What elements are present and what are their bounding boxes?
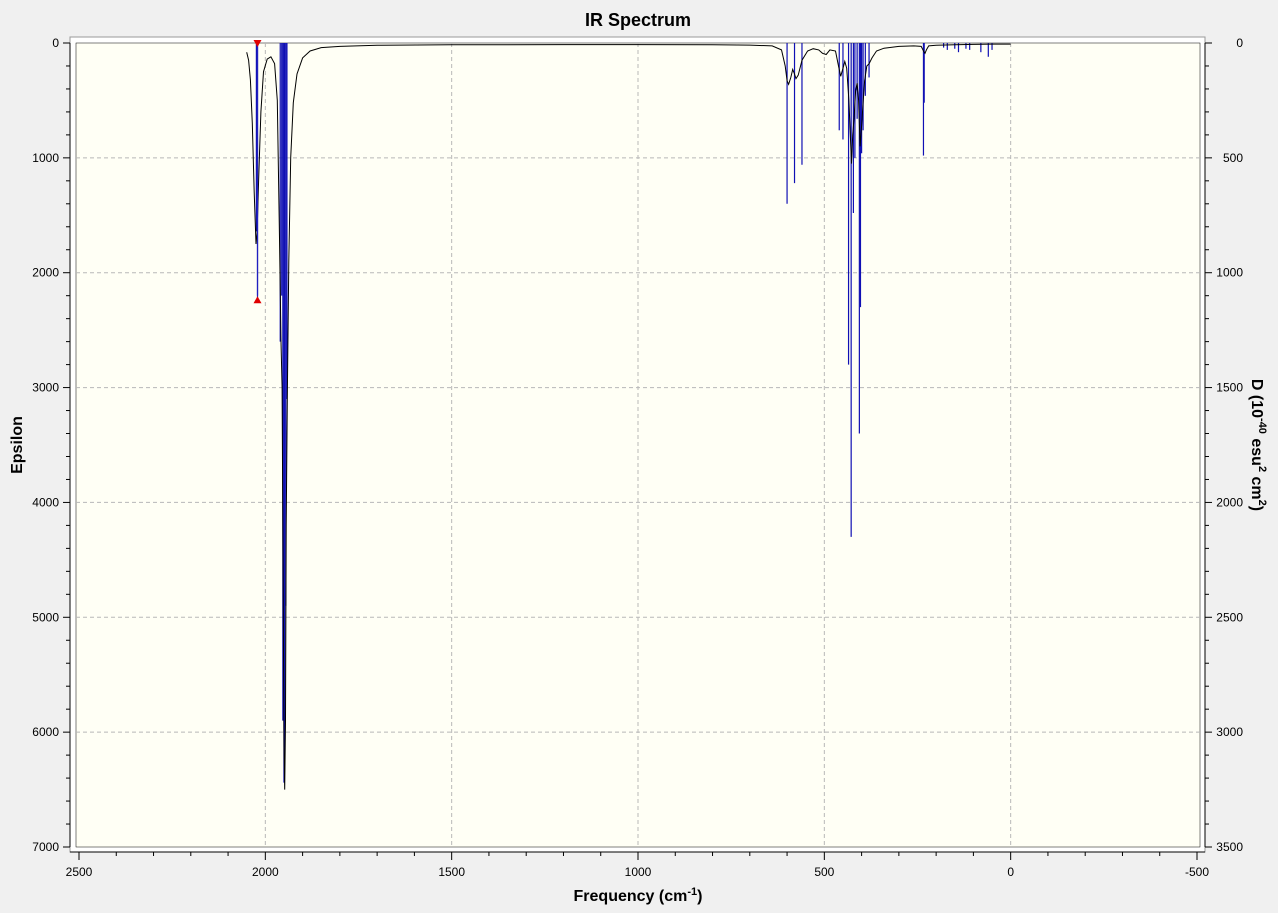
y-left-tick-label: 6000 <box>32 725 59 739</box>
x-tick-label: -500 <box>1185 865 1209 879</box>
x-tick-label: 2500 <box>66 865 93 879</box>
y-right-tick-label: 1000 <box>1216 266 1243 280</box>
y-right-tick-label: 3000 <box>1216 725 1243 739</box>
y-left-tick-label: 7000 <box>32 840 59 854</box>
x-axis-title: Frequency (cm-1) <box>574 886 703 905</box>
y-left-tick-label: 4000 <box>32 495 59 509</box>
chart-title: IR Spectrum <box>585 10 691 30</box>
x-tick-label: 0 <box>1007 865 1014 879</box>
y-left-tick-label: 5000 <box>32 610 59 624</box>
x-tick-label: 1500 <box>438 865 465 879</box>
y-left-tick-label: 0 <box>52 36 59 50</box>
y-left-tick-label: 1000 <box>32 151 59 165</box>
x-tick-label: 2000 <box>252 865 279 879</box>
ir-spectrum-chart: IR Spectrum 2500 2000 1500 1000 500 0 -5000100… <box>0 0 1278 913</box>
y-left-tick-label: 3000 <box>32 381 59 395</box>
x-tick-label: 500 <box>814 865 834 879</box>
y-right-tick-label: 1500 <box>1216 381 1243 395</box>
x-tick-label: 1000 <box>625 865 652 879</box>
y-right-tick-label: 2500 <box>1216 610 1243 624</box>
y-axis-right-title: D (10-40 esu2 cm2) <box>1248 379 1268 511</box>
y-right-tick-label: 500 <box>1223 151 1243 165</box>
y-left-tick-label: 2000 <box>32 266 59 280</box>
y-axis-left-title: Epsilon <box>9 416 26 474</box>
y-right-tick-label: 3500 <box>1216 840 1243 854</box>
y-right-tick-label: 0 <box>1236 36 1243 50</box>
y-right-tick-label: 2000 <box>1216 495 1243 509</box>
